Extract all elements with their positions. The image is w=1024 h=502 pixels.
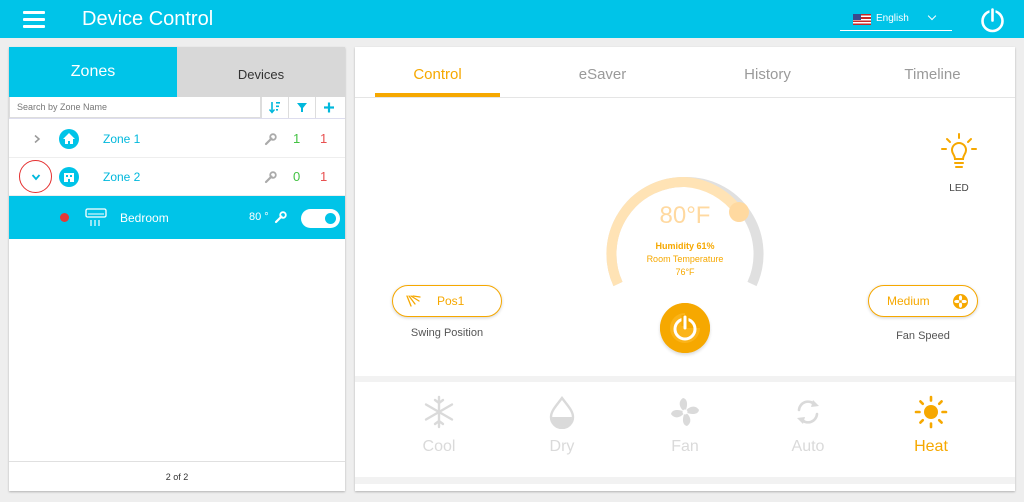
mode-fan-button[interactable]: Fan	[635, 395, 735, 459]
room-temperature-value: 76°F	[675, 267, 695, 277]
pagination: 2 of 2	[9, 461, 345, 491]
wrench-icon[interactable]	[264, 133, 277, 146]
water-drop-icon	[549, 396, 575, 429]
device-name: Bedroom	[120, 211, 169, 225]
filter-button[interactable]	[288, 97, 314, 118]
mode-dry-label: Dry	[549, 438, 575, 455]
chevron-down-icon[interactable]	[31, 172, 41, 182]
tab-divider	[355, 97, 1015, 98]
zones-panel: Zones Devices Search by Zone Name Zone 1…	[9, 47, 345, 491]
snowflake-icon	[424, 395, 454, 429]
swing-position-value: Pos1	[437, 294, 465, 308]
mode-heat-label: Heat	[914, 438, 948, 455]
tab-devices[interactable]: Devices	[177, 47, 345, 97]
control-panel: Control eSaver History Timeline LED 80°F…	[355, 47, 1015, 491]
zone-alert-count: 1	[320, 131, 328, 146]
search-toolbar	[9, 97, 345, 119]
humidity-readout: Humidity 61%	[655, 241, 715, 251]
fan-speed-value: Medium	[887, 294, 930, 308]
led-label: LED	[949, 183, 969, 194]
mode-fan-label: Fan	[671, 438, 699, 455]
temperature-dial[interactable]	[602, 146, 768, 316]
power-icon[interactable]	[979, 7, 1006, 34]
bottom-divider	[355, 477, 1015, 484]
zone-name: Zone 1	[103, 132, 141, 146]
tab-control[interactable]: Control	[355, 47, 520, 97]
mode-auto-label: Auto	[791, 438, 825, 455]
device-row-bedroom[interactable]: Bedroom 80 °	[9, 196, 345, 239]
zone-row-1[interactable]: Zone 1 1 1	[9, 120, 345, 158]
us-flag-icon	[853, 14, 871, 25]
zone-online-count: 0	[293, 169, 301, 184]
mode-heat-button[interactable]: Heat	[881, 395, 981, 459]
building-icon	[59, 167, 79, 187]
mode-divider	[355, 376, 1015, 382]
plus-icon	[324, 102, 334, 113]
wrench-icon[interactable]	[264, 171, 277, 184]
chevron-right-icon[interactable]	[32, 134, 42, 144]
status-dot	[60, 213, 69, 222]
led-bulb-icon[interactable]	[939, 132, 979, 172]
mode-cool-button[interactable]: Cool	[389, 395, 489, 459]
auto-cycle-icon	[797, 400, 819, 424]
swing-position-caption: Swing Position	[410, 327, 484, 339]
hamburger-menu-icon[interactable]	[23, 11, 45, 28]
home-icon	[59, 129, 79, 149]
tab-zones[interactable]: Zones	[9, 47, 177, 97]
swing-icon	[406, 295, 421, 307]
mode-cool-label: Cool	[422, 438, 456, 455]
fan-speed-icon	[953, 294, 968, 309]
tab-esaver[interactable]: eSaver	[520, 47, 685, 97]
filter-icon	[297, 103, 307, 112]
sort-button[interactable]	[261, 97, 287, 118]
setpoint-temperature: 80°F	[659, 202, 711, 229]
swing-position-button[interactable]: Pos1	[392, 285, 502, 317]
device-temp: 80 °	[249, 211, 269, 223]
zone-online-count: 1	[293, 131, 301, 146]
power-button[interactable]	[660, 303, 710, 353]
language-label: English	[876, 13, 909, 24]
sun-icon	[914, 395, 948, 429]
zone-row-2[interactable]: Zone 2 0 1	[9, 158, 345, 196]
power-icon	[660, 303, 710, 353]
fan-icon	[671, 398, 699, 426]
zone-alert-count: 1	[320, 169, 328, 184]
language-select[interactable]: English	[840, 10, 952, 31]
sort-icon	[268, 102, 280, 114]
add-zone-button[interactable]	[315, 97, 345, 118]
mode-auto-button[interactable]: Auto	[758, 395, 858, 459]
wrench-icon[interactable]	[274, 211, 287, 224]
tab-timeline[interactable]: Timeline	[850, 47, 1015, 97]
fan-speed-caption: Fan Speed	[896, 330, 950, 342]
mode-dry-button[interactable]: Dry	[512, 395, 612, 459]
fan-speed-button[interactable]: Medium	[868, 285, 978, 317]
room-temperature-label: Room Temperature	[646, 254, 724, 264]
chevron-down-icon	[927, 11, 937, 21]
app-title: Device Control	[82, 8, 214, 30]
zone-name: Zone 2	[103, 170, 141, 184]
tab-history[interactable]: History	[685, 47, 850, 97]
zone-search-input[interactable]	[9, 97, 261, 118]
top-app-bar: Device Control English	[0, 0, 1024, 38]
device-power-toggle[interactable]	[301, 209, 340, 228]
air-conditioner-icon	[85, 208, 107, 226]
